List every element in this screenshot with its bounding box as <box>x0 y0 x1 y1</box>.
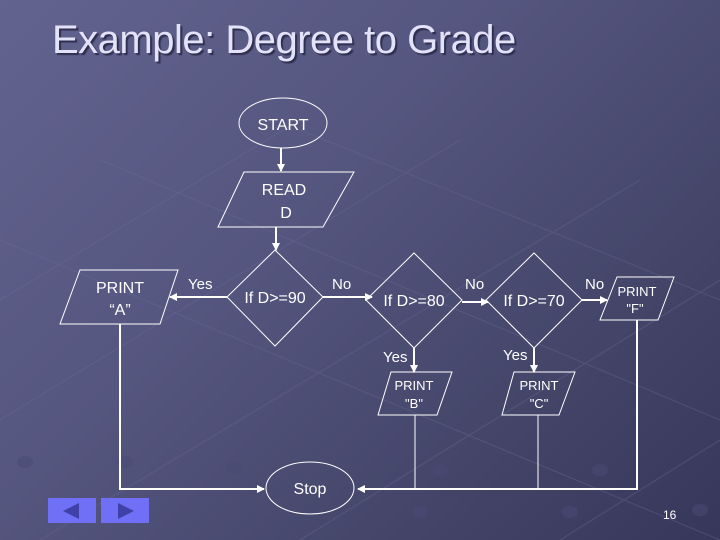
print-f-line1: PRINT <box>618 284 657 299</box>
read-input-box: READ D <box>217 171 355 228</box>
start-terminal: START <box>238 97 328 149</box>
print-a-box: PRINT “A” <box>59 269 179 325</box>
decision-80-no-label: No <box>465 276 484 293</box>
print-c-line2: "C" <box>530 396 549 411</box>
decision-80-label: If D>=80 <box>383 293 444 310</box>
print-b-line2: "B" <box>405 396 423 411</box>
read-label-line2: D <box>280 205 292 222</box>
print-a-line2: “A” <box>109 302 130 319</box>
decision-90-yes-label: Yes <box>188 276 212 293</box>
decision-70-yes-label: Yes <box>503 347 527 364</box>
previous-slide-button[interactable] <box>48 498 96 523</box>
decision-90-no-label: No <box>332 276 351 293</box>
print-c-box: PRINT "C" <box>501 371 576 416</box>
next-slide-button[interactable] <box>101 498 149 523</box>
previous-slide-icon <box>63 503 79 519</box>
start-label: START <box>258 117 309 134</box>
arrow-print-a-to-stop <box>119 324 265 493</box>
stop-terminal: Stop <box>265 461 355 515</box>
arrow-print-f-to-stop <box>357 320 638 493</box>
print-a-line1: PRINT <box>96 280 144 297</box>
print-b-line1: PRINT <box>395 378 434 393</box>
decision-80: If D>=80 <box>365 252 463 349</box>
decision-70: If D>=70 <box>485 252 583 349</box>
decision-70-label: If D>=70 <box>503 293 564 310</box>
decision-90: If D>=90 <box>226 249 324 347</box>
read-label-line1: READ <box>262 182 306 199</box>
page-number: 16 <box>663 508 677 522</box>
print-b-box: PRINT "B" <box>377 371 453 416</box>
print-c-line1: PRINT <box>520 378 559 393</box>
decision-90-label: If D>=90 <box>244 290 305 307</box>
flowchart: START READ D If D>=90 Yes No PRINT “A” I… <box>59 97 675 515</box>
stop-label: Stop <box>294 481 327 498</box>
next-slide-icon <box>118 503 134 519</box>
print-f-box: PRINT "F" <box>599 276 675 321</box>
decision-70-no-label: No <box>585 276 604 293</box>
decision-80-yes-label: Yes <box>383 349 407 366</box>
print-f-line2: "F" <box>626 301 644 316</box>
